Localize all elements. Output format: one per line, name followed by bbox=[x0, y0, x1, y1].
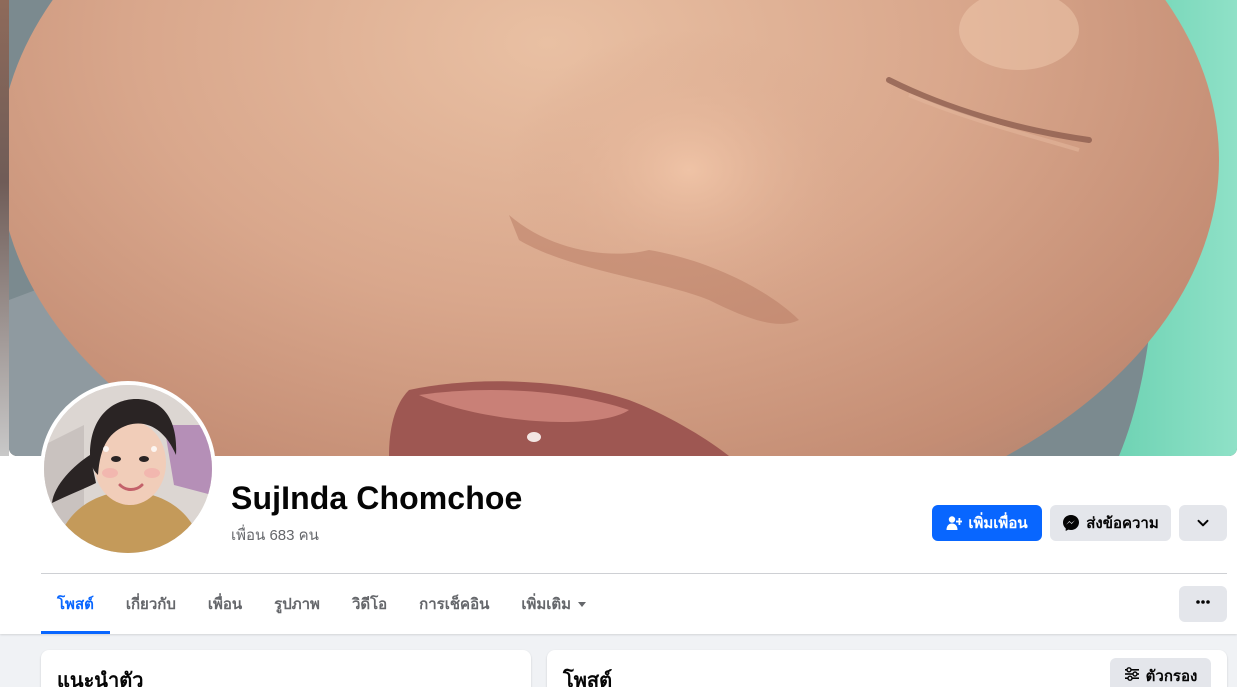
tab-label: เพิ่มเติม bbox=[521, 596, 572, 613]
tab-checkins[interactable]: การเช็คอิน bbox=[403, 574, 505, 634]
tab-posts[interactable]: โพสต์ bbox=[41, 574, 110, 634]
posts-title: โพสต์ bbox=[563, 670, 613, 687]
tab-label: วิดีโอ bbox=[351, 596, 388, 613]
intro-title: แนะนำตัว bbox=[57, 670, 144, 687]
filter-button[interactable]: ตัวกรอง bbox=[1110, 658, 1211, 687]
tab-label: รูปภาพ bbox=[274, 596, 320, 613]
filter-label: ตัวกรอง bbox=[1145, 668, 1198, 685]
tabs-overflow-button[interactable] bbox=[1179, 586, 1227, 622]
tab-label: เกี่ยวกับ bbox=[125, 596, 176, 613]
sliders-icon bbox=[1124, 666, 1140, 686]
profile-page: SujInda Chomchoe เพื่อน 683 คน เพิ่มเพื่… bbox=[0, 0, 1237, 687]
cover-photo[interactable] bbox=[9, 0, 1237, 456]
tab-photos[interactable]: รูปภาพ bbox=[258, 574, 336, 634]
caret-down-icon bbox=[577, 596, 587, 613]
intro-card: แนะนำตัว bbox=[41, 650, 531, 687]
profile-avatar[interactable] bbox=[40, 381, 216, 557]
messenger-icon bbox=[1062, 514, 1080, 532]
avatar-photo bbox=[44, 385, 212, 553]
add-friend-label: เพิ่มเพื่อน bbox=[968, 515, 1028, 532]
friend-count[interactable]: เพื่อน 683 คน bbox=[231, 523, 319, 547]
tab-label: เพื่อน bbox=[207, 596, 243, 613]
cover-edge bbox=[0, 0, 9, 456]
tab-videos[interactable]: วิดีโอ bbox=[336, 574, 403, 634]
ellipsis-icon bbox=[1195, 594, 1211, 615]
person-plus-icon bbox=[946, 515, 963, 531]
tab-label: การเช็คอิน bbox=[419, 596, 490, 613]
message-button[interactable]: ส่งข้อความ bbox=[1050, 505, 1171, 541]
profile-tabs: โพสต์ เกี่ยวกับ เพื่อน รูปภาพ วิดีโอ การ… bbox=[41, 574, 603, 634]
add-friend-button[interactable]: เพิ่มเพื่อน bbox=[932, 505, 1042, 541]
message-label: ส่งข้อความ bbox=[1086, 515, 1159, 532]
tab-about[interactable]: เกี่ยวกับ bbox=[110, 574, 192, 634]
tab-friends[interactable]: เพื่อน bbox=[192, 574, 258, 634]
tab-label: โพสต์ bbox=[57, 596, 94, 613]
profile-name: SujInda Chomchoe bbox=[231, 480, 523, 516]
tab-more[interactable]: เพิ่มเติม bbox=[505, 574, 603, 634]
chevron-down-icon bbox=[1196, 516, 1210, 530]
profile-options-button[interactable] bbox=[1179, 505, 1227, 541]
